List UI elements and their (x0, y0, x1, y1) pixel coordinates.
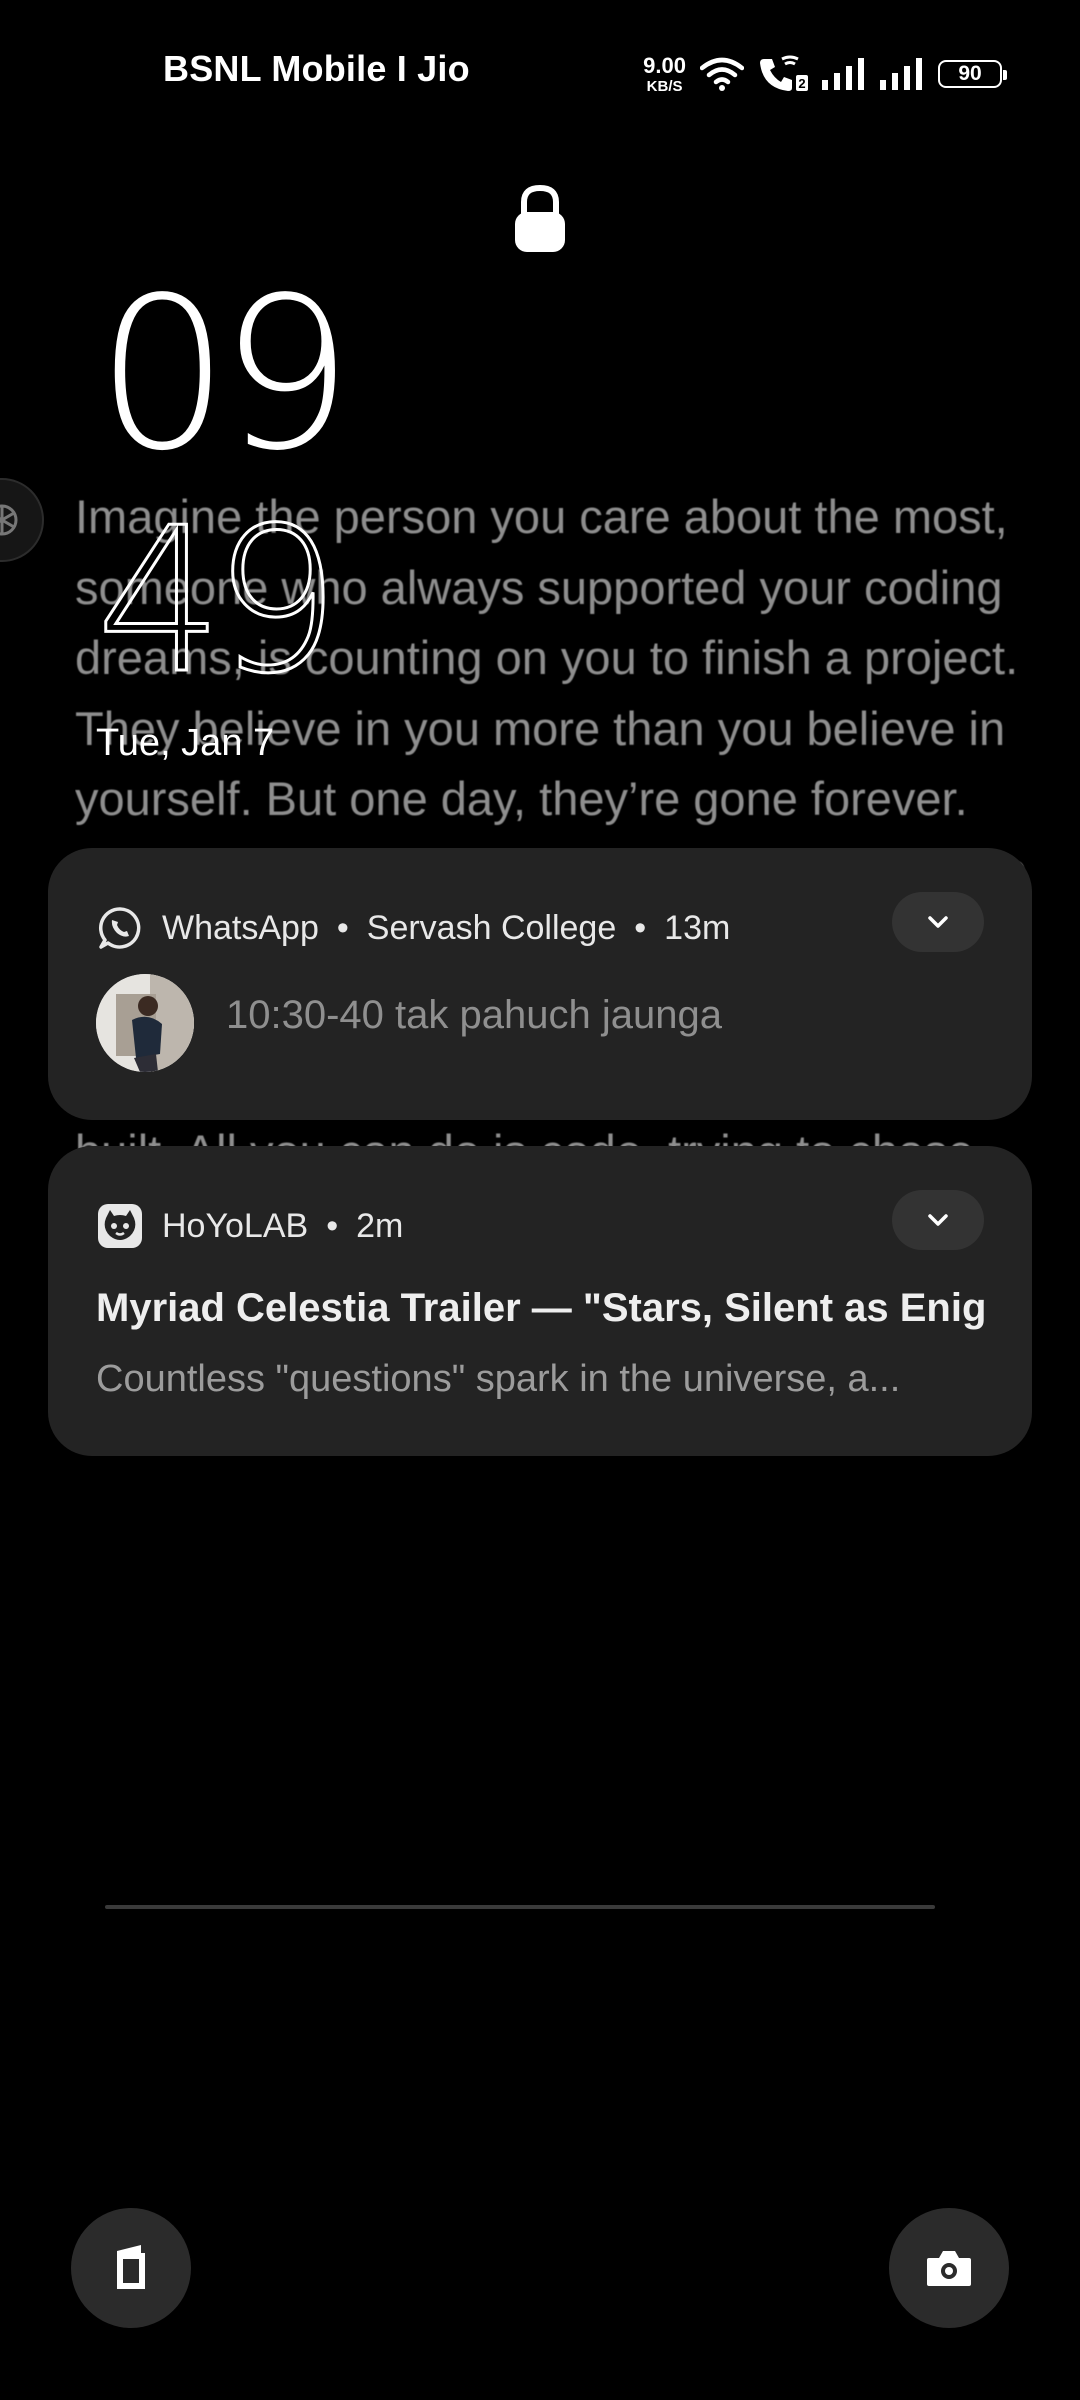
clock-minute: 49 (95, 485, 342, 718)
network-speed-unit: KB/S (646, 77, 683, 95)
network-speed-value: 9.00 (643, 52, 686, 78)
separator-dot: • (336, 908, 349, 947)
lock-icon (515, 184, 565, 252)
status-bar: BSNL Mobile I Jio 9.00 KB/S 2 90 (0, 0, 1080, 140)
notification-app-name: HoYoLAB (162, 1206, 309, 1245)
wallet-icon (117, 2245, 145, 2289)
network-speed: 9.00 KB/S (643, 52, 686, 95)
battery-indicator: 90 (938, 60, 1007, 88)
notification-time: 13m (664, 908, 731, 947)
sim-badge: 2 (798, 76, 805, 91)
separator-dot: • (634, 908, 647, 947)
knot-icon (0, 504, 18, 536)
chevron-down-icon (928, 1214, 948, 1226)
battery-level: 90 (958, 62, 982, 85)
separator-dot: • (326, 1206, 339, 1245)
chevron-down-icon (928, 916, 948, 928)
carrier-name: BSNL Mobile I Jio (163, 48, 470, 89)
notification-header: WhatsApp • Servash College • 13m (96, 904, 730, 952)
signal-icon (822, 58, 864, 90)
signal-icon (880, 58, 922, 90)
ai-assistant-icon[interactable] (0, 478, 44, 562)
wallet-shortcut-button[interactable] (71, 2208, 191, 2328)
notification-time: 2m (356, 1206, 404, 1245)
lockscreen-date: Tue, Jan 7 (96, 722, 275, 764)
whatsapp-icon (96, 904, 144, 952)
expand-button[interactable] (892, 1190, 984, 1250)
notification-header: HoYoLAB • 2m (96, 1202, 403, 1250)
notification-body: Countless "questions" spark in the unive… (96, 1358, 901, 1400)
expand-button[interactable] (892, 892, 984, 952)
notification-title: Myriad Celestia Trailer — "Stars, Silent… (96, 1286, 986, 1330)
notification-hoyolab[interactable]: HoYoLAB • 2m Myriad Celestia Trailer — "… (48, 1146, 1032, 1456)
camera-shortcut-button[interactable] (889, 2208, 1009, 2328)
avatar (96, 974, 194, 1072)
notification-whatsapp[interactable]: WhatsApp • Servash College • 13m 10:30-4… (48, 848, 1032, 1120)
camera-icon (927, 2251, 971, 2286)
wifi-call-icon: 2 (760, 55, 808, 91)
divider (105, 1905, 935, 1909)
notification-message: 10:30-40 tak pahuch jaunga (226, 993, 722, 1037)
status-icons: 9.00 KB/S 2 90 (643, 52, 1007, 96)
wifi-icon (700, 57, 744, 91)
notification-app-name: WhatsApp (162, 908, 319, 947)
hoyolab-icon (96, 1202, 144, 1250)
notification-sender: Servash College (366, 908, 617, 947)
clock-hour: 09 (96, 252, 353, 497)
